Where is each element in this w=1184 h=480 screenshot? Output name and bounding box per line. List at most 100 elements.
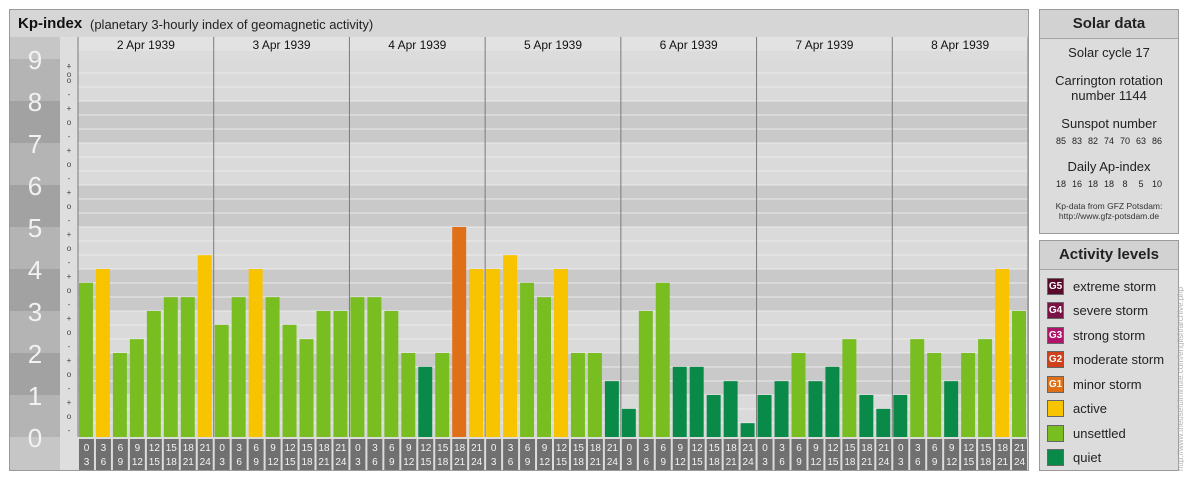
minor-tick-label: + — [67, 188, 72, 197]
minor-tick-label: o — [67, 286, 72, 295]
ap-value: 18 — [1087, 179, 1098, 189]
kp-bar — [723, 381, 738, 437]
minor-tick-label: + — [67, 314, 72, 323]
time-slot-start: 3 — [508, 443, 514, 454]
time-slot-start: 18 — [726, 443, 738, 454]
minor-tick-label: o — [67, 70, 72, 79]
level-label: strong storm — [1073, 327, 1146, 343]
time-slot-start: 9 — [270, 443, 276, 454]
y-tick-label: 1 — [28, 381, 42, 411]
time-slot-end: 6 — [372, 457, 378, 468]
kp-bar — [401, 353, 416, 437]
minor-tick-label: o — [67, 202, 72, 211]
time-slot-start: 9 — [406, 443, 412, 454]
day-label: 8 Apr 1939 — [931, 38, 989, 52]
y-tick-label: 4 — [28, 255, 42, 285]
minor-tick-label: - — [68, 342, 71, 351]
time-slot-start: 6 — [796, 443, 802, 454]
y-tick-label: 2 — [28, 339, 42, 369]
ap-value: 5 — [1138, 179, 1144, 189]
time-slot-start: 21 — [1014, 443, 1026, 454]
day-label: 4 Apr 1939 — [388, 38, 446, 52]
time-slot-start: 15 — [844, 443, 856, 454]
time-slot-end: 6 — [236, 457, 242, 468]
time-slot-start: 21 — [335, 443, 347, 454]
level-swatch: G5 — [1047, 277, 1064, 295]
minor-tick-label: o — [67, 244, 72, 253]
time-slot-end: 3 — [84, 457, 90, 468]
legend-item-severe-storm: G4 severe storm — [1040, 299, 1178, 324]
kp-bar — [638, 311, 653, 437]
level-swatch: G3 — [1047, 326, 1064, 344]
sunspot-value: 63 — [1135, 136, 1146, 146]
time-slot-end: 21 — [183, 457, 195, 468]
time-slot-end: 24 — [607, 457, 619, 468]
kp-bar — [146, 311, 161, 437]
time-slot-end: 12 — [539, 457, 551, 468]
time-slot-end: 15 — [827, 457, 839, 468]
kp-bar — [469, 269, 484, 437]
time-slot-start: 3 — [915, 443, 921, 454]
kp-bar — [452, 227, 467, 437]
kp-bar — [435, 353, 450, 437]
solar-data-panel: Solar data Solar cycle 17 Carrington rot… — [1039, 9, 1179, 234]
y-tick-label: 3 — [28, 297, 42, 327]
sunspot-value: 82 — [1087, 136, 1098, 146]
day-label: 3 Apr 1939 — [253, 38, 311, 52]
level-swatch — [1047, 400, 1064, 418]
kp-bar — [129, 339, 144, 437]
time-slot-end: 3 — [762, 457, 768, 468]
activity-legend: G5 extreme storm G4 severe storm G3 stro… — [1040, 270, 1178, 470]
ap-value: 18 — [1055, 179, 1066, 189]
time-slot-end: 15 — [963, 457, 975, 468]
time-slot-end: 12 — [268, 457, 280, 468]
time-slot-start: 9 — [135, 443, 141, 454]
kp-bar — [163, 297, 178, 437]
kp-level-band — [78, 227, 1028, 269]
time-slot-start: 15 — [166, 443, 178, 454]
time-slot-end: 12 — [675, 457, 687, 468]
kp-bar — [876, 408, 891, 437]
kp-bar — [503, 255, 518, 437]
level-label: quiet — [1073, 450, 1102, 466]
time-slot-end: 6 — [779, 457, 785, 468]
kp-bar — [757, 395, 772, 437]
time-slot-start: 12 — [692, 443, 704, 454]
time-slot-start: 3 — [372, 443, 378, 454]
ap-value: 18 — [1103, 179, 1114, 189]
minor-tick-label: o — [67, 118, 72, 127]
time-slot-end: 18 — [301, 457, 313, 468]
level-swatch: G1 — [1047, 375, 1064, 393]
minor-tick-label: o — [67, 328, 72, 337]
time-slot-start: 21 — [607, 443, 619, 454]
time-slot-start: 9 — [813, 443, 819, 454]
time-slot-end: 12 — [132, 457, 144, 468]
time-slot-end: 24 — [471, 457, 483, 468]
legend-item-active: active — [1040, 397, 1178, 422]
time-slot-end: 18 — [437, 457, 449, 468]
kp-bar — [367, 297, 382, 437]
time-slot-end: 24 — [743, 457, 755, 468]
time-slot-start: 15 — [573, 443, 585, 454]
kp-bar — [350, 297, 365, 437]
kp-bar — [910, 339, 925, 437]
time-slot-start: 15 — [980, 443, 992, 454]
day-label: 5 Apr 1939 — [524, 38, 582, 52]
kp-bar — [859, 395, 874, 437]
kp-level-band — [78, 101, 1028, 143]
time-slot-start: 0 — [627, 443, 633, 454]
time-slot-start: 12 — [556, 443, 568, 454]
time-slot-end: 9 — [660, 457, 666, 468]
time-slot-start: 15 — [301, 443, 313, 454]
kp-bar — [1012, 311, 1026, 437]
minor-tick-label: + — [67, 398, 72, 407]
time-slot-end: 9 — [118, 457, 124, 468]
activity-levels-title: Activity levels — [1040, 241, 1178, 270]
kp-bar — [265, 297, 280, 437]
kp-bar — [520, 282, 535, 437]
time-slot-start: 3 — [236, 443, 242, 454]
time-slot-end: 18 — [844, 457, 856, 468]
time-slot-end: 15 — [284, 457, 296, 468]
minor-tick-label: - — [68, 426, 71, 435]
data-source-link[interactable]: http://www.gfz-potsdam.de — [1040, 211, 1178, 221]
